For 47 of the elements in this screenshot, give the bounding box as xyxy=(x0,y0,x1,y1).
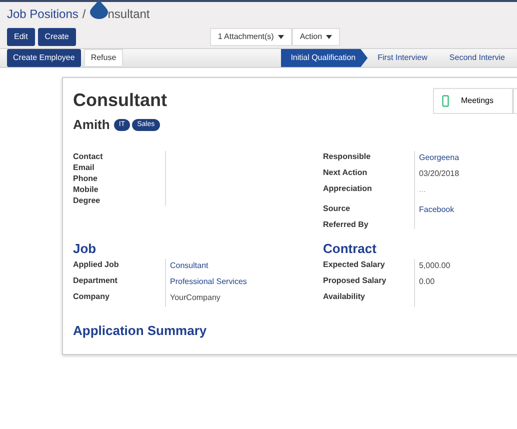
field-label: Proposed Salary xyxy=(323,275,386,287)
field-value: YourCompany xyxy=(170,292,220,304)
field-label: Next Action xyxy=(323,168,368,176)
dropdown-button[interactable]: 1 Attachment(s) xyxy=(210,28,292,46)
field-label: Company xyxy=(73,291,110,303)
caret-icon xyxy=(326,35,332,39)
section-heading: Application Summary xyxy=(73,322,208,340)
status-stage[interactable]: Second Intervie xyxy=(439,49,517,67)
field-value: 03/20/2018 xyxy=(419,168,460,178)
section-heading: Job xyxy=(73,240,98,258)
record-title: Consultant xyxy=(73,89,167,112)
field-label: Phone xyxy=(73,172,98,184)
drop-icon xyxy=(90,0,108,19)
field-label: Email xyxy=(73,162,96,172)
header-button[interactable]: Refuse xyxy=(84,49,124,67)
applicant-name: Amith xyxy=(73,116,110,134)
field-value[interactable]: Consultant xyxy=(170,260,208,272)
field-label: Mobile xyxy=(73,184,100,194)
field-value: 5,000.00 xyxy=(419,260,450,272)
field-value[interactable]: Facebook xyxy=(419,204,454,214)
field-label: Referred By xyxy=(323,220,368,228)
section-heading: Contract xyxy=(323,240,378,258)
caret-icon xyxy=(278,35,284,39)
field-value[interactable]: Professional Services xyxy=(170,276,247,288)
field-value[interactable]: Georgeena xyxy=(419,152,460,162)
field-label: Source xyxy=(323,204,350,212)
field-label: Responsible xyxy=(323,152,371,160)
breadcrumb-separator: / xyxy=(82,6,86,23)
stat-button[interactable]: Meetings xyxy=(433,88,513,114)
field-label: Contact xyxy=(73,150,104,162)
field-value: ... xyxy=(419,184,426,194)
field-label: Appreciation xyxy=(323,184,372,192)
header-button[interactable]: Create Employee xyxy=(7,49,81,67)
toolbar-button[interactable]: Create xyxy=(38,28,76,46)
field-label: Degree xyxy=(73,194,102,206)
phone-icon xyxy=(442,95,449,107)
field-label: Availability xyxy=(323,291,365,303)
field-label: Applied Job xyxy=(73,259,119,271)
field-label: Department xyxy=(73,275,118,287)
field-value: 0.00 xyxy=(419,276,435,288)
status-stage[interactable]: Initial Qualification xyxy=(280,49,368,67)
status-stage[interactable]: First Interview xyxy=(368,49,440,67)
field-label: Expected Salary xyxy=(323,259,385,271)
dropdown-button[interactable]: Action xyxy=(292,28,340,46)
toolbar-button[interactable]: Edit xyxy=(7,28,35,46)
breadcrumb-link[interactable]: Job Positions xyxy=(7,5,78,23)
breadcrumb-current: nsultant xyxy=(108,6,150,23)
